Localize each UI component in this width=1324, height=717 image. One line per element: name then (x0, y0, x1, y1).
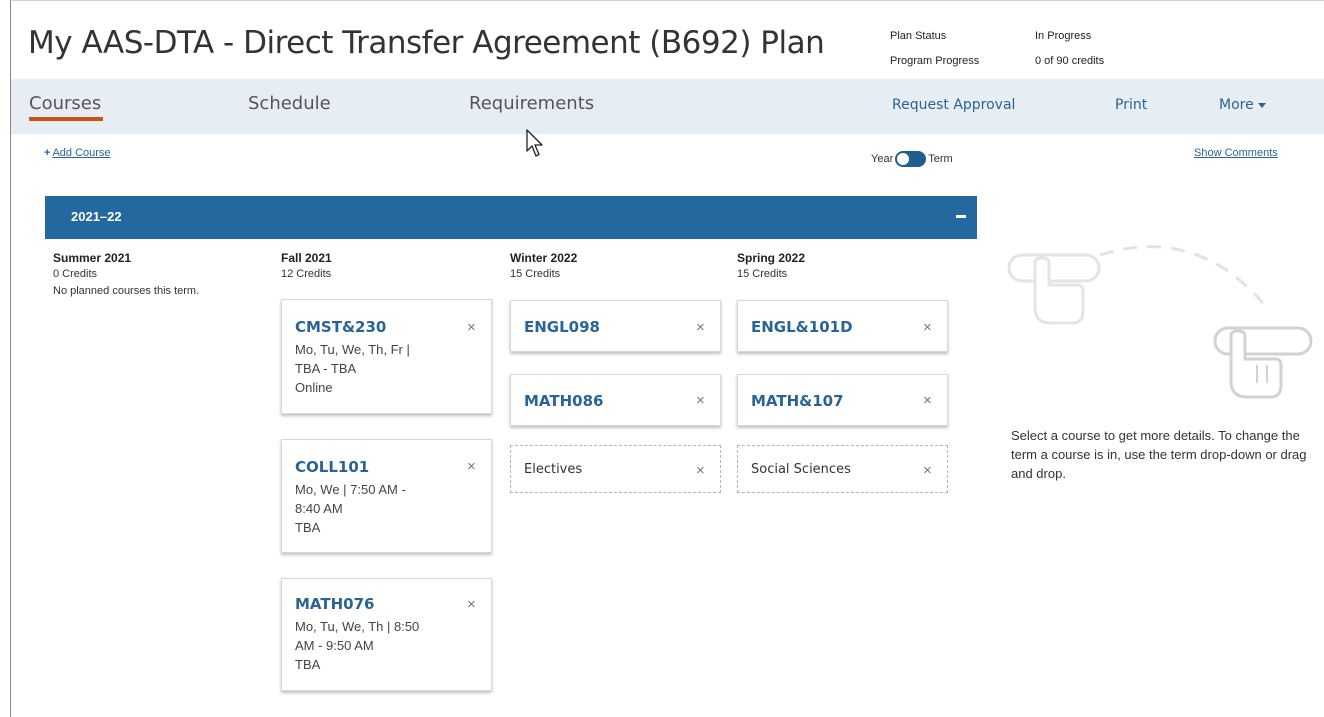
plus-icon: + (44, 147, 51, 159)
remove-course-icon[interactable]: × (467, 458, 476, 475)
course-code-link[interactable]: ENGL098 (524, 318, 600, 336)
app-frame: My AAS-DTA - Direct Transfer Agreement (… (10, 0, 1324, 717)
term-name: Summer 2021 (53, 251, 132, 265)
add-course-button[interactable]: + Add Course (44, 147, 111, 159)
course-days: Mo, Tu, We, Th, Fr | (295, 342, 410, 357)
plan-header: My AAS-DTA - Direct Transfer Agreement (… (11, 1, 1324, 79)
print-button[interactable]: Print (1115, 97, 1147, 113)
more-menu-label: More (1219, 97, 1254, 113)
tab-requirements[interactable]: Requirements (469, 93, 594, 114)
remove-course-icon[interactable]: × (696, 392, 705, 409)
term-fall-2021: Fall 2021 12 Credits (281, 251, 332, 280)
term-credits: 0 Credits (53, 268, 98, 280)
requirement-placeholder-social-sciences[interactable]: Social Sciences × (737, 445, 948, 493)
term-name: Spring 2022 (737, 251, 806, 265)
course-card-math086[interactable]: MATH086 × (510, 374, 721, 426)
course-days: Mo, Tu, We, Th | 8:50 (295, 619, 420, 634)
remove-course-icon[interactable]: × (923, 392, 932, 409)
drag-and-drop-illustration-icon (1007, 245, 1313, 399)
course-days: Mo, We | 7:50 AM - (295, 482, 406, 497)
tab-schedule[interactable]: Schedule (248, 93, 331, 114)
course-card-cmst230[interactable]: CMST&230 × Mo, Tu, We, Th, Fr | TBA - TB… (281, 299, 492, 414)
remove-course-icon[interactable]: × (696, 462, 705, 479)
requirement-label: Electives (524, 462, 583, 477)
course-time: TBA - TBA (295, 361, 357, 376)
caret-down-icon (1257, 102, 1266, 108)
course-location: TBA (295, 520, 321, 535)
toggle-switch[interactable] (895, 151, 927, 167)
requirement-placeholder-electives[interactable]: Electives × (510, 445, 721, 493)
mouse-pointer-icon (526, 129, 543, 157)
plan-status-label: Plan Status (890, 29, 947, 42)
course-meta: Mo, Tu, We, Th | 8:50 AM - 9:50 AM TBA (295, 617, 475, 674)
add-course-label: Add Course (52, 147, 111, 159)
term-credits: 12 Credits (281, 268, 332, 280)
year-term-toggle[interactable]: Year Term (871, 151, 953, 167)
toggle-knob (897, 153, 910, 165)
toggle-year-label: Year (871, 153, 894, 165)
show-comments-link[interactable]: Show Comments (1194, 147, 1278, 159)
course-card-math107[interactable]: MATH&107 × (737, 374, 948, 426)
course-details-hint: Select a course to get more details. To … (1011, 428, 1307, 481)
remove-course-icon[interactable]: × (467, 319, 476, 336)
program-progress-row: Program Progress 0 of 90 credits (890, 48, 1104, 73)
course-code-link[interactable]: COLL101 (295, 458, 369, 476)
course-time: AM - 9:50 AM (295, 638, 374, 653)
plan-status-value: In Progress (1035, 29, 1092, 42)
year-header-bar[interactable]: 2021–22 (45, 196, 977, 239)
term-spring-2022: Spring 2022 15 Credits (737, 251, 805, 280)
course-card-math076[interactable]: MATH076 × Mo, Tu, We, Th | 8:50 AM - 9:5… (281, 578, 492, 691)
course-code-link[interactable]: MATH&107 (751, 392, 844, 410)
plan-nav-bar: Courses Schedule Requirements Request Ap… (11, 79, 1324, 134)
term-name: Winter 2022 (510, 251, 578, 265)
term-empty-message: No planned courses this term. (53, 285, 200, 297)
collapse-minus-icon[interactable] (956, 215, 966, 218)
year-label: 2021–22 (71, 209, 122, 224)
request-approval-button[interactable]: Request Approval (892, 97, 1015, 113)
plan-status-panel: Plan Status In Progress Program Progress… (890, 23, 1104, 73)
remove-course-icon[interactable]: × (923, 319, 932, 336)
course-card-coll101[interactable]: COLL101 × Mo, We | 7:50 AM - 8:40 AM TBA (281, 439, 492, 553)
course-card-engl101d[interactable]: ENGL&101D × (737, 300, 948, 352)
course-code-link[interactable]: ENGL&101D (751, 318, 853, 336)
course-code-link[interactable]: MATH076 (295, 595, 374, 613)
toggle-term-label: Term (928, 153, 953, 165)
course-location: Online (295, 380, 333, 395)
more-menu-button[interactable]: More (1219, 97, 1266, 113)
course-location: TBA (295, 657, 321, 672)
course-code-link[interactable]: CMST&230 (295, 318, 386, 336)
program-progress-label: Program Progress (890, 54, 980, 67)
course-meta: Mo, Tu, We, Th, Fr | TBA - TBA Online (295, 340, 475, 397)
course-time: 8:40 AM (295, 501, 343, 516)
term-credits: 15 Credits (510, 268, 561, 280)
remove-course-icon[interactable]: × (467, 596, 476, 613)
course-meta: Mo, We | 7:50 AM - 8:40 AM TBA (295, 480, 475, 537)
remove-course-icon[interactable]: × (923, 462, 932, 479)
page-title: My AAS-DTA - Direct Transfer Agreement (… (28, 25, 825, 61)
course-card-engl098[interactable]: ENGL098 × (510, 300, 721, 352)
tab-courses[interactable]: Courses (29, 93, 104, 121)
program-progress-value: 0 of 90 credits (1035, 54, 1105, 67)
remove-course-icon[interactable]: × (696, 319, 705, 336)
term-credits: 15 Credits (737, 268, 788, 280)
course-code-link[interactable]: MATH086 (524, 392, 603, 410)
plan-status-row: Plan Status In Progress (890, 23, 1104, 48)
term-summer-2021: Summer 2021 0 Credits No planned courses… (53, 251, 199, 297)
term-name: Fall 2021 (281, 251, 332, 265)
requirement-label: Social Sciences (751, 462, 851, 477)
term-winter-2022: Winter 2022 15 Credits (510, 251, 577, 280)
